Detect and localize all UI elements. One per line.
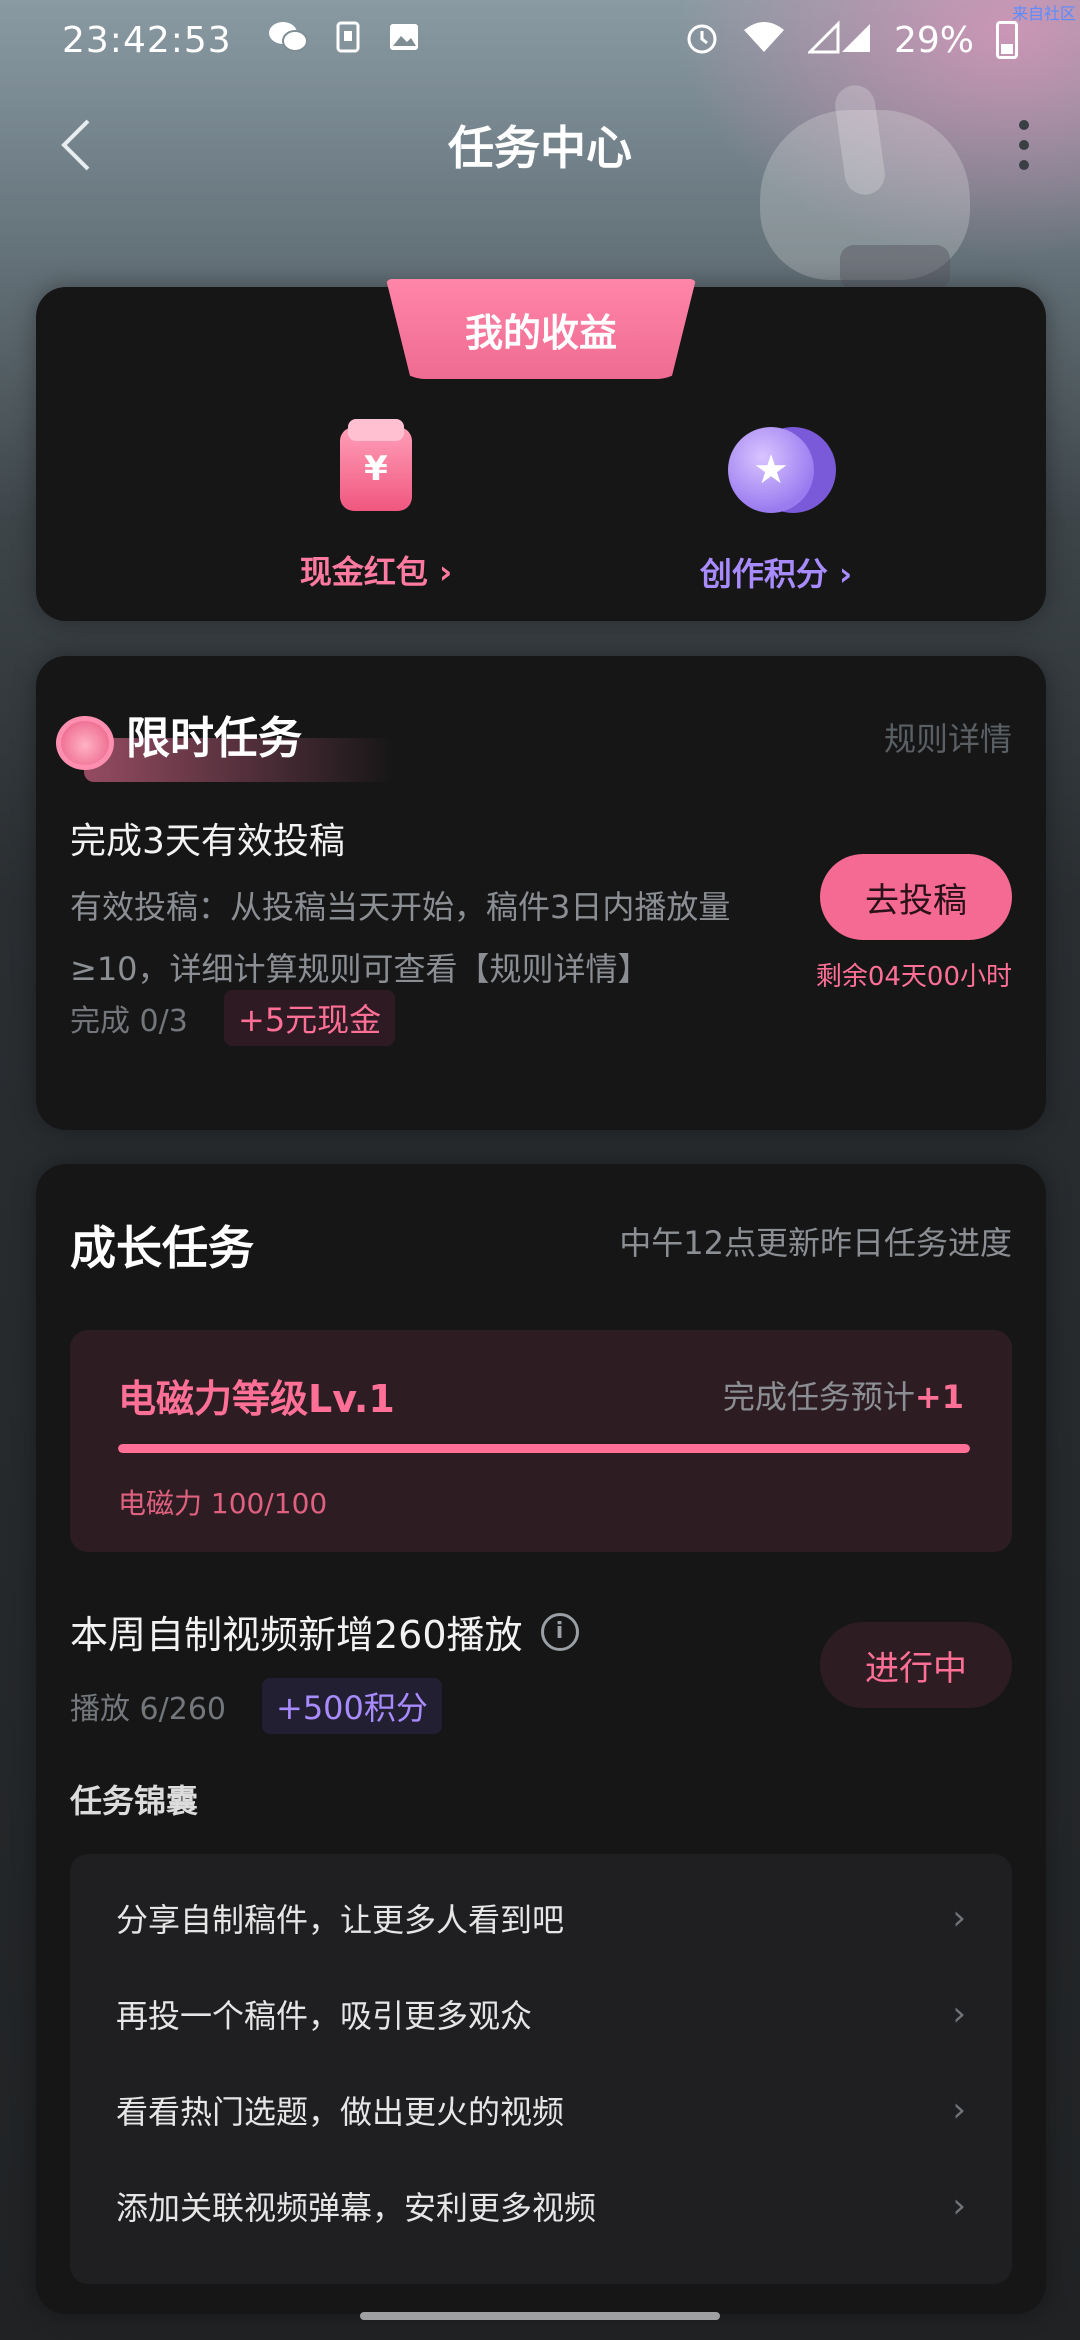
status-icons-left (268, 20, 420, 60)
chevron-right-icon: › (952, 2090, 966, 2130)
battery-icon (996, 21, 1018, 59)
redpacket-icon: ¥ (340, 419, 412, 511)
level-name: 电磁力等级Lv.1 (118, 1377, 395, 1421)
status-icons-right: 29% (684, 19, 1018, 61)
wechat-icon (268, 20, 308, 60)
page-title: 任务中心 (448, 121, 632, 175)
tip-item[interactable]: 分享自制稿件，让更多人看到吧 › (70, 1870, 1012, 1966)
rules-detail-link[interactable]: 规则详情 (884, 714, 1012, 760)
weekly-task-name: 本周自制视频新增260播放 i (70, 1604, 579, 1659)
level-progress-fill (118, 1444, 970, 1453)
status-time: 23:42:53 (62, 19, 232, 61)
back-button[interactable] (46, 110, 106, 180)
info-icon[interactable]: i (540, 1612, 579, 1651)
limited-task-title: 限时任务 (126, 713, 302, 764)
tip-item[interactable]: 再投一个稿件，吸引更多观众 › (70, 1966, 1012, 2062)
in-progress-button[interactable]: 进行中 (820, 1622, 1012, 1708)
tip-item[interactable]: 添加关联视频弹幕，安利更多视频 › (70, 2158, 1012, 2254)
creation-points-label: 创作积分 › (699, 555, 853, 593)
points-reward-badge: +500积分 (262, 1678, 442, 1734)
cash-redpacket-label: 现金红包 › (299, 553, 453, 591)
weekly-task-progress: 播放 6/260 (70, 1692, 226, 1727)
electromagnetic-level-panel: 电磁力等级Lv.1 完成任务预计+1 电磁力 100/100 (70, 1330, 1012, 1552)
earnings-card: 我的收益 ¥ 现金红包 › ★ 创作积分 › (36, 279, 1046, 621)
status-bar: 23:42:53 29% (0, 0, 1080, 80)
limited-task-card: 限时任务 规则详情 完成3天有效投稿 有效投稿：从投稿当天开始，稿件3日内播放量… (36, 656, 1046, 1130)
submit-post-button[interactable]: 去投稿 (820, 854, 1012, 940)
task-description: 有效投稿：从投稿当天开始，稿件3日内播放量≥10，详细计算规则可查看【规则详情】 (70, 888, 731, 988)
tips-title: 任务锦囊 (70, 1782, 199, 1820)
growth-task-title: 成长任务 (70, 1221, 254, 1275)
signal-icon (806, 20, 872, 60)
sim-card-icon (336, 21, 360, 59)
tips-list: 分享自制稿件，让更多人看到吧 › 再投一个稿件，吸引更多观众 › 看看热门选题，… (70, 1854, 1012, 2284)
tip-item[interactable]: 看看热门选题，做出更火的视频 › (70, 2062, 1012, 2158)
home-indicator[interactable] (360, 2312, 720, 2320)
update-note: 中午12点更新昨日任务进度 (619, 1224, 1012, 1262)
creation-points-entry[interactable]: ★ 创作积分 › (626, 427, 926, 595)
chevron-right-icon: › (952, 1898, 966, 1938)
nav-bar: 任务中心 (0, 90, 1080, 200)
more-button[interactable] (1004, 110, 1044, 180)
cash-reward-badge: +5元现金 (224, 990, 396, 1046)
more-vertical-icon (1019, 120, 1029, 130)
level-value: 电磁力 100/100 (118, 1487, 328, 1520)
star-coin-icon: ★ (728, 427, 836, 513)
alarm-icon (684, 19, 720, 61)
remaining-time: 剩余04天00小时 (815, 962, 1012, 992)
cash-redpacket-entry[interactable]: ¥ 现金红包 › (226, 419, 526, 593)
corner-watermark: 来自社区 (1011, 4, 1076, 23)
growth-task-card: 成长任务 中午12点更新昨日任务进度 电磁力等级Lv.1 完成任务预计+1 电磁… (36, 1164, 1046, 2314)
wifi-icon (742, 20, 786, 60)
task-name: 完成3天有效投稿 (70, 821, 345, 862)
task-progress: 完成 0/3 (70, 1004, 188, 1039)
mascot-face-decoration (840, 245, 950, 290)
battery-percent: 29% (893, 19, 974, 61)
level-expectation: 完成任务预计+1 (722, 1378, 964, 1416)
alarm-clock-icon (56, 716, 114, 770)
level-progress-bar (118, 1444, 970, 1453)
chevron-right-icon: › (952, 2186, 966, 2226)
chevron-left-icon (61, 119, 90, 171)
gallery-icon (388, 22, 420, 58)
chevron-right-icon: › (952, 1994, 966, 2034)
earnings-tab: 我的收益 (386, 279, 696, 379)
